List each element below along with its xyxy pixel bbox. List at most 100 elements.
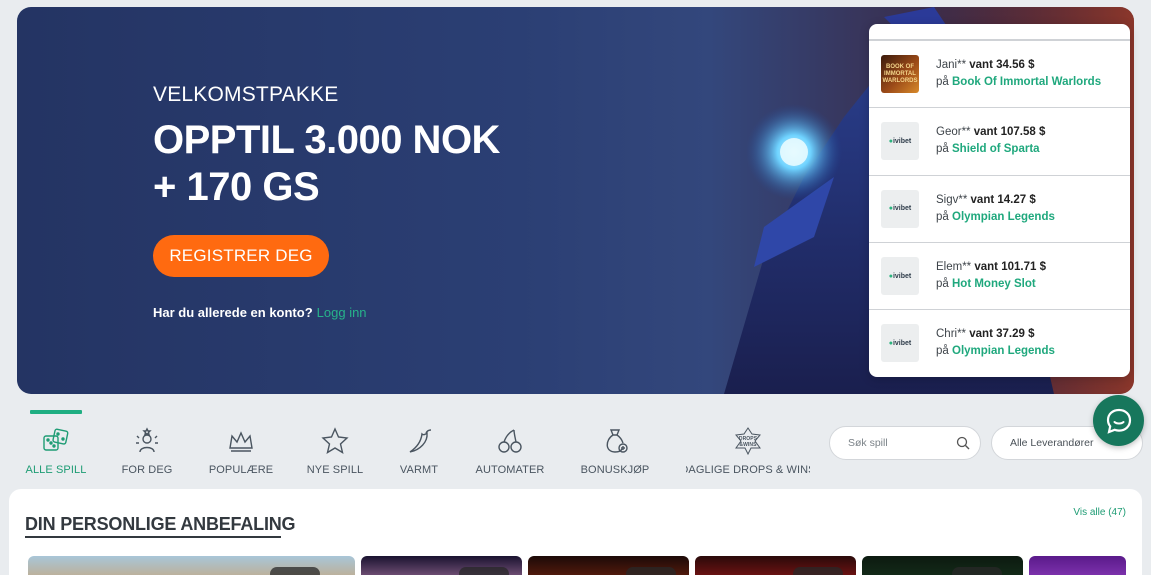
win-label: vant [974, 261, 999, 274]
register-button[interactable]: REGISTRER DEG [153, 235, 329, 277]
winner-text: Chri** vant 37.29 $ på Olympian Legends [936, 326, 1055, 360]
personal-recommendations: DIN PERSONLIGE ANBEFALING Vis alle (47) [9, 489, 1142, 575]
winner-game-link[interactable]: Shield of Sparta [952, 143, 1040, 155]
game-thumbnail: BOOK OF IMMORTAL WARLORDS [881, 55, 919, 94]
login-prompt-text: Har du allerede en konto? [153, 305, 313, 320]
tile-badge [793, 567, 843, 575]
win-amount: 37.29 $ [996, 328, 1035, 341]
game-tile[interactable] [28, 556, 355, 575]
winner-item[interactable]: ● ivibet Chri** vant 37.29 $ på Olympian … [869, 309, 1130, 376]
game-tile[interactable] [361, 556, 522, 575]
winner-name: Jani** [936, 59, 967, 72]
live-chat-button[interactable] [1093, 395, 1144, 446]
view-all-count: (47) [1108, 507, 1126, 518]
search-input[interactable] [848, 437, 956, 449]
hero-title-line-2: + 170 GS [153, 165, 320, 209]
hero-title: OPPTIL 3.000 NOK + 170 GS [153, 117, 500, 211]
crown-icon [229, 431, 253, 452]
tab-popular[interactable]: POPULÆRE [208, 410, 274, 476]
win-amount: 107.58 $ [1000, 126, 1046, 139]
game-search [829, 426, 981, 460]
tab-daily-drops-wins[interactable]: DROPS &WINS DAGLIGE DROPS & WINS [686, 410, 810, 476]
game-tile[interactable] [528, 556, 689, 575]
tab-for-you[interactable]: FOR DEG [116, 410, 178, 476]
title-underline [25, 536, 281, 538]
tile-badge [270, 567, 320, 575]
winner-item[interactable]: ● ivibet Elem** vant 101.71 $ på Hot Mone… [869, 241, 1130, 309]
tab-label: FOR DEG [121, 464, 173, 476]
logo-text: ivibet [892, 272, 912, 280]
winner-game-link[interactable]: Olympian Legends [952, 345, 1055, 357]
tab-label: DAGLIGE DROPS & WINS [686, 464, 810, 476]
game-tile[interactable] [1029, 556, 1126, 575]
game-tile[interactable] [862, 556, 1023, 575]
on-label: på [936, 278, 949, 291]
winner-name: Geor** [936, 126, 971, 139]
winner-game-link[interactable]: Book Of Immortal Warlords [952, 76, 1101, 88]
tab-label: NYE SPILL [306, 464, 364, 476]
tab-slots[interactable]: AUTOMATER [472, 410, 548, 476]
tab-label: BONUSKJØP [580, 464, 650, 476]
ivibet-logo: ● ivibet [881, 257, 919, 296]
money-bag-icon [606, 429, 628, 453]
tab-bonus-buy[interactable]: BONUSKJØP [578, 410, 652, 476]
on-label: på [936, 210, 949, 223]
hero-title-line-1: OPPTIL 3.000 NOK [153, 118, 500, 162]
tab-indicator [121, 410, 173, 414]
logo-text: ivibet [892, 339, 912, 347]
winner-game-link[interactable]: Olympian Legends [952, 211, 1055, 223]
on-label: på [936, 76, 949, 89]
tab-indicator [484, 410, 536, 414]
ivibet-logo: ● ivibet [881, 189, 919, 228]
winner-name: Sigv** [936, 193, 968, 206]
tab-label: POPULÆRE [208, 464, 274, 476]
win-label: vant [969, 59, 993, 72]
cherry-icon [498, 429, 522, 453]
login-prompt: Har du allerede en konto? Logg inn [153, 305, 500, 320]
tab-indicator [215, 410, 267, 414]
tile-badge [626, 567, 676, 575]
win-label: vant [970, 193, 995, 206]
logo-text: ivibet [892, 205, 912, 213]
tab-indicator [722, 410, 774, 414]
tab-hot[interactable]: VARMT [388, 410, 450, 476]
chili-icon [409, 429, 432, 453]
winner-item[interactable]: ● ivibet Geor** vant 107.58 $ på Shield o… [869, 107, 1130, 174]
tile-badge [459, 567, 509, 575]
winner-item[interactable]: BOOK OF IMMORTAL WARLORDS Jani** vant 34… [869, 40, 1130, 107]
svg-text:&WINS: &WINS [739, 442, 757, 448]
tab-indicator [393, 410, 445, 414]
active-indicator [30, 410, 82, 414]
winner-text: Elem** vant 101.71 $ på Hot Money Slot [936, 259, 1046, 293]
winner-text: Jani** vant 34.56 $ på Book Of Immortal … [936, 57, 1101, 91]
win-label: vant [973, 126, 998, 139]
win-label: vant [969, 328, 993, 341]
winner-game-link[interactable]: Hot Money Slot [952, 278, 1036, 290]
search-icon[interactable] [956, 436, 970, 450]
hero-kicker: VELKOMSTPAKKE [153, 83, 339, 106]
login-link[interactable]: Logg inn [317, 305, 367, 320]
winner-item[interactable]: ● ivibet Sigv** vant 14.27 $ på Olympian … [869, 174, 1130, 242]
section-title: DIN PERSONLIGE ANBEFALING [25, 514, 296, 534]
drops-wins-icon: DROPS &WINS [735, 427, 761, 456]
tab-indicator [589, 410, 641, 414]
view-all-label: Vis alle [1073, 507, 1106, 518]
tab-indicator [309, 410, 361, 414]
dice-icon [43, 428, 69, 451]
winner-text: Sigv** vant 14.27 $ på Olympian Legends [936, 192, 1055, 226]
user-star-icon [136, 427, 158, 453]
tile-badge [952, 567, 1002, 575]
winner-name: Elem** [936, 261, 972, 274]
on-label: på [936, 345, 949, 358]
game-tile[interactable] [695, 556, 856, 575]
tab-label: ALLE SPILL [25, 464, 87, 476]
winner-text: Geor** vant 107.58 $ på Shield of Sparta [936, 124, 1045, 158]
star-icon [321, 427, 349, 454]
tab-label: VARMT [399, 464, 439, 476]
tab-new-games[interactable]: NYE SPILL [304, 410, 366, 476]
recent-winners-feed: BOOK OF IMMORTAL WARLORDS Jani** vant 34… [869, 24, 1130, 377]
on-label: på [936, 143, 949, 156]
view-all-link[interactable]: Vis alle (47) [1073, 507, 1126, 518]
ivibet-logo: ● ivibet [881, 122, 919, 161]
tab-all-games[interactable]: ALLE SPILL [22, 410, 90, 476]
